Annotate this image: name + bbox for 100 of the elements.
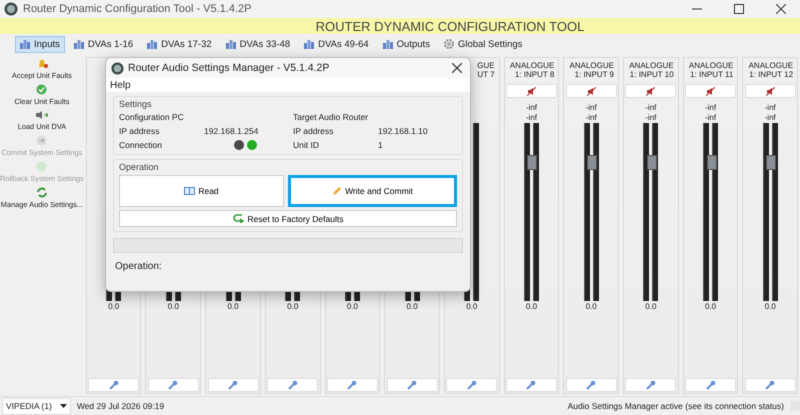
- level-reading: -inf: [526, 113, 538, 123]
- wrench-icon: [108, 380, 119, 390]
- dialog-title: Router Audio Settings Manager - V5.1.4.2P: [128, 62, 330, 74]
- speaker-icon: [646, 86, 656, 96]
- settings-button[interactable]: [446, 378, 498, 392]
- action-button[interactable]: Write and Commit: [288, 175, 457, 207]
- channel-name: 1: INPUT 10: [630, 70, 674, 79]
- field-label: IP address: [293, 126, 334, 136]
- wrench-icon: [586, 380, 596, 390]
- tab[interactable]: Global Settings: [438, 36, 528, 52]
- channel-name: GUE: [477, 61, 495, 70]
- reset-button[interactable]: Reset to Factory Defaults: [119, 210, 457, 227]
- app-logo-icon: [4, 2, 18, 16]
- tab[interactable]: Outputs: [378, 36, 435, 52]
- mute-button[interactable]: [566, 84, 617, 98]
- settings-button[interactable]: [386, 378, 438, 392]
- speaker-icon: [526, 86, 536, 96]
- level-reading: -inf: [704, 113, 716, 123]
- mute-button[interactable]: [685, 84, 736, 98]
- fader-handle[interactable]: [766, 154, 776, 170]
- settings-button[interactable]: [744, 378, 796, 392]
- channel-name: 1: INPUT 8: [514, 70, 554, 79]
- speaker-icon: [706, 86, 716, 96]
- tab[interactable]: Inputs: [15, 36, 65, 52]
- field-label: IP address: [119, 126, 160, 136]
- maximize-icon[interactable]: [734, 4, 744, 14]
- bar-chart-icon: [74, 39, 84, 49]
- wrench-icon: [765, 380, 776, 390]
- bar-chart-icon: [147, 39, 158, 49]
- tab[interactable]: DVAs 49-64: [299, 36, 374, 52]
- pencil-icon: [332, 186, 342, 196]
- channel-name: ANALOGUE: [570, 61, 614, 70]
- settings-button[interactable]: [506, 378, 557, 392]
- field-label: Unit ID: [293, 140, 320, 150]
- wrench-icon: [288, 380, 298, 390]
- level-reading: -inf: [526, 103, 538, 113]
- tab[interactable]: DVAs 17-32: [142, 36, 217, 52]
- settings-button[interactable]: [625, 378, 676, 392]
- group-title: Operation: [119, 162, 160, 172]
- mute-button[interactable]: [625, 84, 676, 98]
- settings-button[interactable]: [267, 378, 318, 392]
- menu-item[interactable]: Help: [110, 80, 131, 90]
- bar-chart-icon: [382, 39, 393, 49]
- settings-button[interactable]: [685, 378, 736, 392]
- status-led-icon: [234, 140, 244, 150]
- level-reading: -inf: [586, 113, 597, 123]
- status-led-icon: [247, 140, 257, 150]
- gain-value: 0.0: [168, 302, 179, 311]
- fader-handle[interactable]: [527, 154, 538, 170]
- speaker-icon: [586, 86, 596, 96]
- sync-icon: [36, 187, 48, 198]
- channel-name: 1: INPUT 12: [749, 70, 794, 79]
- window-title: Router Dynamic Configuration Tool - V5.1.4.2P: [23, 3, 252, 15]
- settings-button[interactable]: [148, 378, 199, 392]
- bar-chart-icon: [226, 39, 236, 49]
- settings-button[interactable]: [566, 378, 617, 392]
- wrench-icon: [526, 380, 536, 390]
- wrench-icon: [466, 380, 477, 390]
- gear-icon: [444, 39, 454, 49]
- gain-value: 0.0: [287, 302, 298, 311]
- group-title: Settings: [119, 99, 153, 109]
- level-reading: -inf: [645, 103, 656, 113]
- bar-chart-icon: [304, 39, 314, 49]
- unit-dropdown[interactable]: VIPEDIA (1): [2, 398, 71, 414]
- settings-button[interactable]: [208, 378, 259, 392]
- level-reading: -inf: [645, 113, 656, 123]
- field-value: 192.168.1.10: [378, 126, 428, 136]
- channel-name: 1: INPUT 11: [690, 70, 734, 79]
- gain-value: 0.0: [466, 302, 478, 311]
- channel-name: ANALOGUE: [629, 61, 674, 70]
- settings-button[interactable]: [326, 378, 378, 392]
- close-icon[interactable]: [452, 63, 462, 73]
- field-label: Connection: [119, 140, 164, 150]
- gain-value: 0.0: [586, 302, 597, 311]
- wrench-icon: [407, 380, 418, 390]
- wrench-icon: [228, 380, 238, 390]
- mute-button[interactable]: [744, 84, 796, 98]
- arrow-icon: [36, 135, 48, 146]
- caret-icon: [60, 404, 67, 408]
- fader-handle[interactable]: [587, 154, 598, 170]
- speaker-icon: [766, 86, 775, 96]
- app-logo-icon: [111, 62, 124, 74]
- column-heading: Target Audio Router: [293, 112, 370, 122]
- settings-button[interactable]: [88, 378, 140, 392]
- action-button[interactable]: Read: [119, 175, 284, 207]
- tab[interactable]: DVAs 1-16: [68, 36, 138, 52]
- level-reading: -inf: [586, 103, 597, 113]
- gain-value: 0.0: [108, 302, 120, 311]
- gain-value: 0.0: [526, 302, 538, 311]
- channel-name: 1: INPUT 9: [574, 70, 614, 79]
- field-value: 1: [378, 140, 383, 150]
- check-icon: [36, 84, 48, 95]
- channel-name: UT 7: [477, 70, 495, 79]
- gain-value: 0.0: [406, 302, 418, 311]
- mute-button[interactable]: [506, 84, 557, 98]
- tab[interactable]: DVAs 33-48: [220, 36, 296, 52]
- gain-value: 0.0: [645, 302, 656, 311]
- close-icon[interactable]: [776, 4, 786, 14]
- wrench-icon: [646, 380, 656, 390]
- wrench-icon: [706, 380, 716, 390]
